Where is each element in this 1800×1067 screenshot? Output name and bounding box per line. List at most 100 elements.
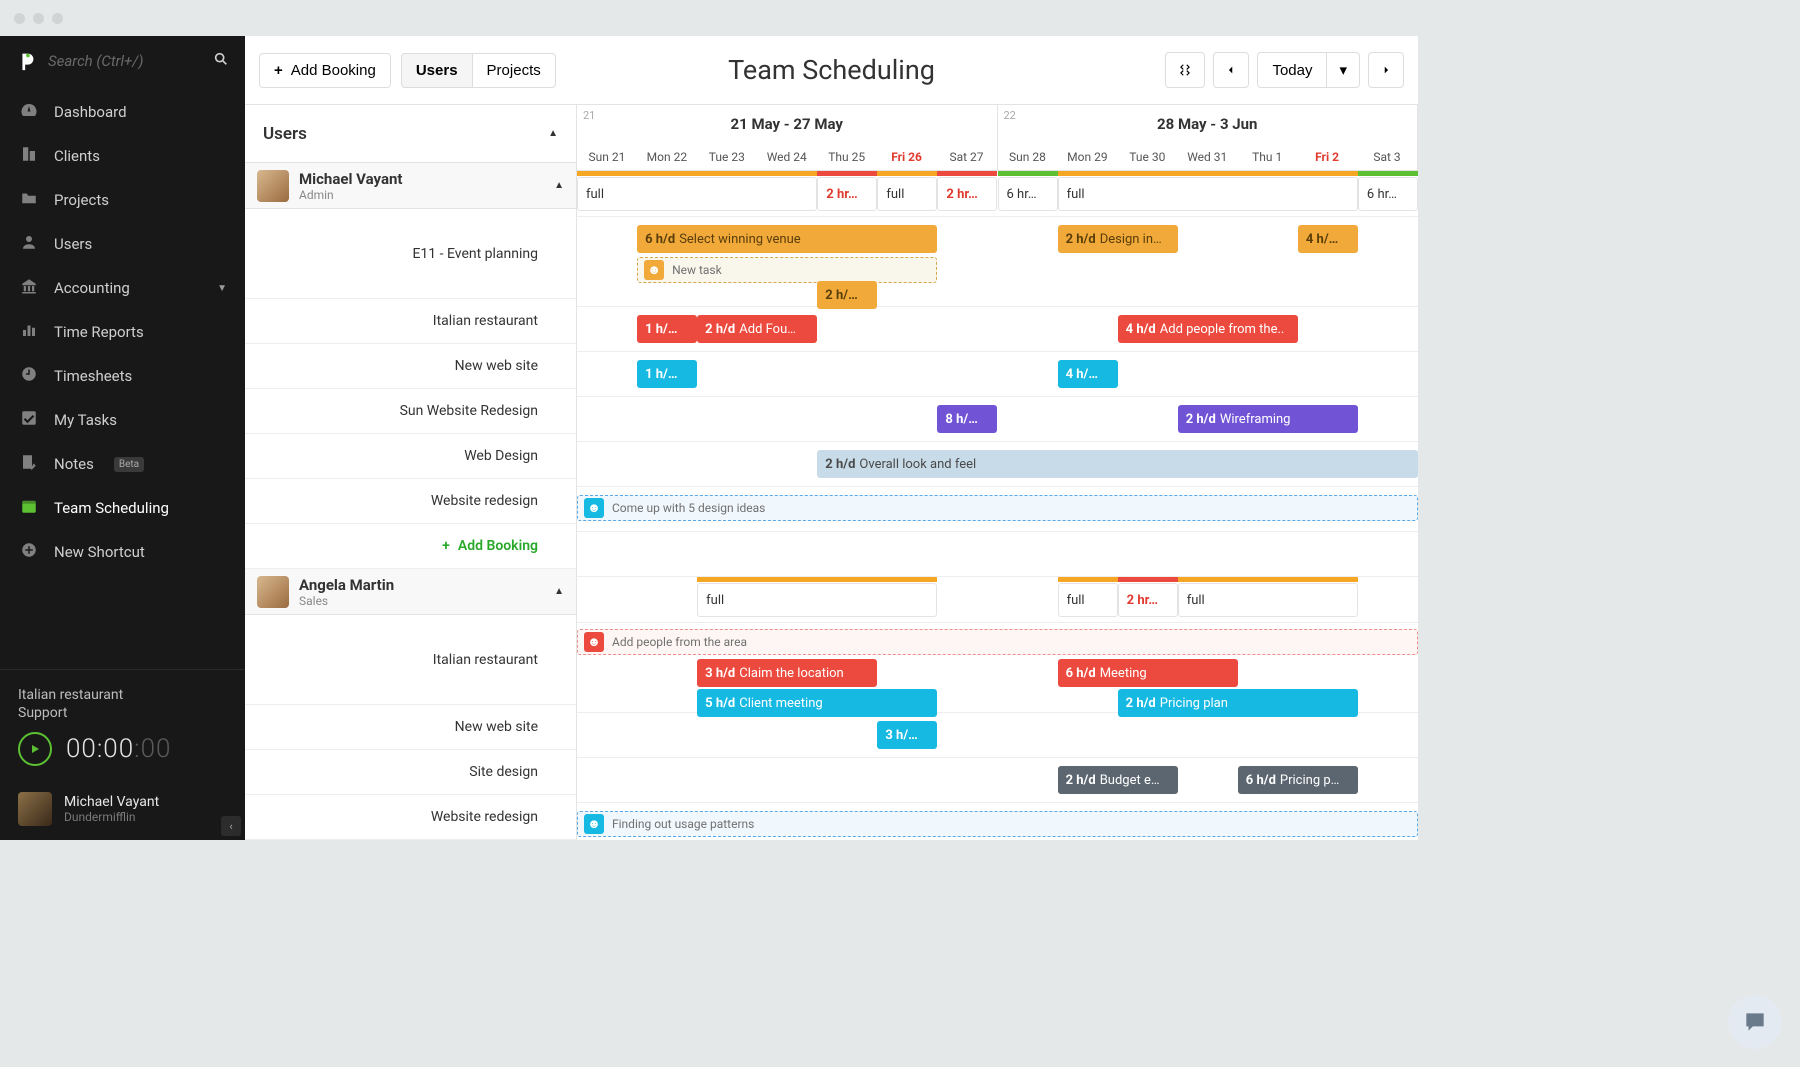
- week-column: 22 28 May - 3 Jun Sun 28Mon 29Tue 30Wed …: [998, 105, 1419, 170]
- ghost-booking[interactable]: ☻New task: [637, 257, 937, 283]
- project-row[interactable]: 6 h/dSelect winning venue ☻New task2 h/… 2…: [577, 217, 1418, 307]
- project-label[interactable]: Italian restaurant: [245, 615, 576, 705]
- project-label[interactable]: Sun Website Redesign: [245, 389, 576, 434]
- project-row[interactable]: 2 h/dBudget e… 6 h/dPricing p…: [577, 758, 1418, 803]
- booking-bar[interactable]: 2 h/dWireframing: [1178, 405, 1358, 433]
- booking-bar[interactable]: 4 h/…: [1058, 360, 1118, 388]
- booking-bar[interactable]: 1 h/…: [637, 360, 697, 388]
- user-name: Angela Martin: [299, 576, 394, 594]
- project-label[interactable]: New web site: [245, 705, 576, 750]
- project-label[interactable]: E11 - Event planning: [245, 209, 576, 299]
- booking-bar[interactable]: 2 h/dBudget e…: [1058, 766, 1178, 794]
- booking-bar[interactable]: 6 h/dPricing p…: [1238, 766, 1358, 794]
- booking-bar[interactable]: 8 h/…: [937, 405, 997, 433]
- availability-cell[interactable]: 2 hr…: [937, 177, 997, 211]
- booking-bar[interactable]: 6 h/dMeeting: [1058, 659, 1238, 687]
- tab-projects[interactable]: Projects: [472, 53, 556, 88]
- ghost-booking[interactable]: ☻Add people from the area: [577, 629, 1418, 655]
- project-row[interactable]: 3 h/…: [577, 713, 1418, 758]
- availability-cell[interactable]: full: [1058, 177, 1358, 211]
- nav-new-shortcut[interactable]: New Shortcut: [0, 530, 245, 574]
- booking-bar[interactable]: 3 h/…: [877, 721, 937, 749]
- grid-row[interactable]: [577, 532, 1418, 577]
- chevron-down-icon: ▼: [217, 283, 227, 294]
- booking-bar[interactable]: 2 h/dAdd Fou…: [697, 315, 817, 343]
- add-booking-row[interactable]: + Add Booking: [245, 524, 576, 569]
- availability-bar: [877, 171, 937, 176]
- view-toggle: Users Projects: [401, 53, 556, 88]
- nav-users[interactable]: Users: [0, 222, 245, 266]
- booking-bar[interactable]: 4 h/…: [1298, 225, 1358, 253]
- project-label[interactable]: Website redesign: [245, 795, 576, 840]
- beta-badge: Beta: [114, 457, 144, 472]
- day-header: Thu 25: [817, 133, 877, 170]
- booking-bar[interactable]: 3 h/dClaim the location: [697, 659, 877, 687]
- caret-up-icon: ▲: [554, 586, 564, 597]
- nav-label: My Tasks: [54, 411, 117, 429]
- booking-bar[interactable]: 2 h/dDesign in…: [1058, 225, 1178, 253]
- user-row-header[interactable]: Angela MartinSales ▲: [245, 569, 576, 615]
- project-row[interactable]: ☻Come up with 5 design ideas: [577, 487, 1418, 532]
- project-row[interactable]: 8 h/… 2 h/dWireframing: [577, 397, 1418, 442]
- booking-bar[interactable]: 1 h/…: [637, 315, 697, 343]
- nav-timesheets[interactable]: Timesheets: [0, 354, 245, 398]
- availability-cell[interactable]: 6 hr…: [998, 177, 1058, 211]
- availability-cell[interactable]: 2 hr…: [1118, 583, 1178, 617]
- timer-task: Support: [18, 704, 227, 722]
- user-row-header[interactable]: Michael VayantAdmin ▲: [245, 163, 576, 209]
- project-label[interactable]: Site design: [245, 750, 576, 795]
- booking-bar[interactable]: 6 h/dSelect winning venue: [637, 225, 937, 253]
- search-input[interactable]: Search (Ctrl+/): [48, 52, 203, 70]
- add-booking-button[interactable]: +Add Booking: [259, 53, 391, 88]
- traffic-light-max[interactable]: [52, 13, 63, 24]
- availability-cell[interactable]: full: [877, 177, 937, 211]
- availability-bar: [1058, 171, 1358, 176]
- nav-time-reports[interactable]: Time Reports: [0, 310, 245, 354]
- booking-bar[interactable]: 4 h/dAdd people from the..: [1118, 315, 1298, 343]
- nav-label: Users: [54, 235, 92, 253]
- ghost-booking[interactable]: ☻Come up with 5 design ideas: [577, 495, 1418, 521]
- ghost-booking[interactable]: ☻Finding out usage patterns: [577, 811, 1418, 837]
- project-label[interactable]: Italian restaurant: [245, 299, 576, 344]
- nav-projects[interactable]: Projects: [0, 178, 245, 222]
- current-user[interactable]: Michael Vayant Dundermifflin: [0, 778, 245, 840]
- nav-clients[interactable]: Clients: [0, 134, 245, 178]
- users-header[interactable]: Users▲: [245, 105, 576, 163]
- project-row[interactable]: 1 h/… 4 h/…: [577, 352, 1418, 397]
- nav-notes[interactable]: NotesBeta: [0, 442, 245, 486]
- tab-users[interactable]: Users: [401, 53, 472, 88]
- collapse-all-button[interactable]: [1165, 52, 1205, 88]
- availability-cell[interactable]: 6 hr…: [1358, 177, 1418, 211]
- day-header: Sun 28: [998, 133, 1058, 170]
- chat-launcher[interactable]: [1728, 995, 1782, 1049]
- availability-cell[interactable]: full: [697, 583, 937, 617]
- availability-cell[interactable]: full: [577, 177, 817, 211]
- project-label[interactable]: Website redesign: [245, 479, 576, 524]
- nav-accounting[interactable]: Accounting▼: [0, 266, 245, 310]
- project-label[interactable]: New web site: [245, 344, 576, 389]
- availability-cell[interactable]: full: [1058, 583, 1118, 617]
- next-button[interactable]: [1368, 52, 1404, 88]
- project-row[interactable]: 2 h/dOverall look and feel: [577, 442, 1418, 487]
- today-button[interactable]: Today: [1257, 52, 1326, 88]
- availability-bar: [697, 577, 937, 582]
- play-button[interactable]: [18, 732, 52, 766]
- project-row[interactable]: 1 h/…2 h/dAdd Fou… 4 h/dAdd people from t…: [577, 307, 1418, 352]
- project-row[interactable]: ☻Add people from the area 3 h/dClaim the …: [577, 623, 1418, 713]
- booking-bar[interactable]: 2 h/…: [817, 281, 877, 309]
- traffic-light-min[interactable]: [33, 13, 44, 24]
- project-row[interactable]: ☻Finding out usage patterns: [577, 803, 1418, 840]
- traffic-light-close[interactable]: [14, 13, 25, 24]
- prev-button[interactable]: [1213, 52, 1249, 88]
- day-header: Tue 23: [697, 133, 757, 170]
- nav-dashboard[interactable]: Dashboard: [0, 90, 245, 134]
- search-icon[interactable]: [213, 51, 229, 71]
- project-label[interactable]: Web Design: [245, 434, 576, 479]
- sidebar-collapse-button[interactable]: ‹: [221, 816, 241, 836]
- nav-my-tasks[interactable]: My Tasks: [0, 398, 245, 442]
- availability-cell[interactable]: 2 hr…: [817, 177, 877, 211]
- today-dropdown[interactable]: ▾: [1326, 52, 1360, 88]
- nav-team-scheduling[interactable]: Team Scheduling: [0, 486, 245, 530]
- booking-bar[interactable]: 2 h/dOverall look and feel: [817, 450, 1418, 478]
- availability-cell[interactable]: full: [1178, 583, 1358, 617]
